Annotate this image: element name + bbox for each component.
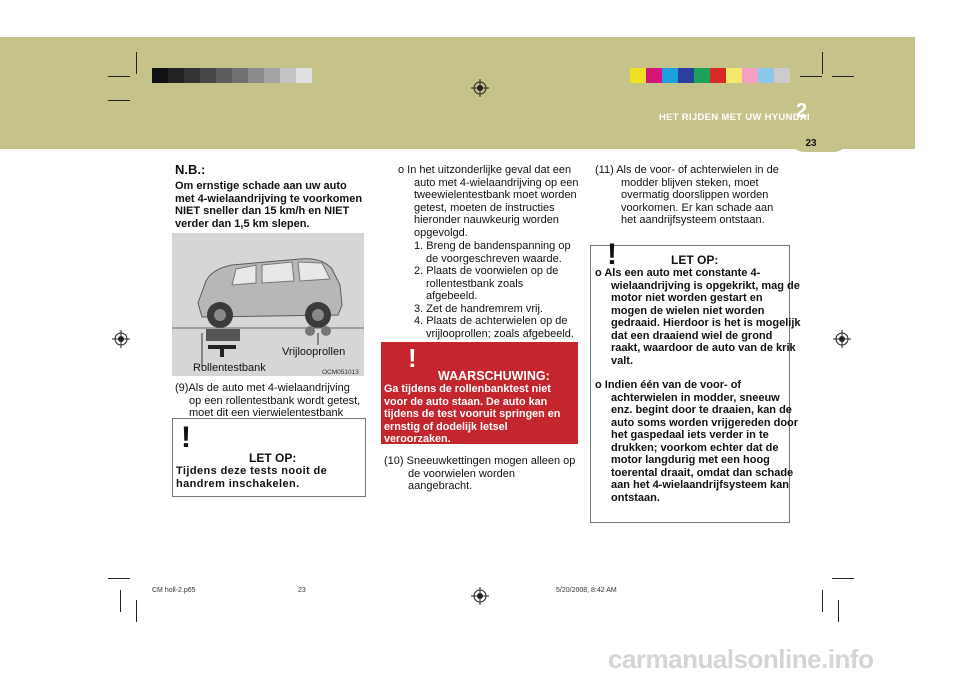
crop-mark [822,590,823,612]
caution-text: Tijdens deze tests nooit de handrem insc… [176,465,328,490]
crop-mark [120,590,121,612]
label-free-rollers: Vrijlooprollen [282,346,346,358]
footer-timestamp: 5/20/2008, 8:42 AM [556,587,617,594]
caution-box-1: ! LET OP: Tijdens deze tests nooit de ha… [172,418,366,497]
intro-paragraph: o In het uitzonderlijke geval dat een au… [398,164,579,239]
item-11: (11) Als de voor- of achterwielen in de … [595,164,779,226]
crop-mark [108,76,130,77]
color-swatch [200,68,216,83]
registration-mark-icon [471,587,489,605]
crop-mark [136,52,137,74]
color-swatch [216,68,232,83]
step-list: 1. Breng de bandenspanning op de voorges… [410,240,575,340]
color-swatch [232,68,248,83]
warning-box: ! WAARSCHUWING: Ga tijdens de rollenbank… [381,341,578,445]
caution-box-2: ! LET OP: o Als een auto met constante 4… [590,240,801,523]
color-swatch [678,68,694,83]
color-swatch [184,68,200,83]
color-swatch [646,68,662,83]
crop-mark [838,600,839,622]
crop-mark [822,52,823,74]
crop-mark [108,578,130,579]
registration-mark-icon [112,330,130,348]
footer-file: CM holl-2.p65 [152,587,196,594]
color-swatch [168,68,184,83]
exclamation-icon: ! [408,343,417,373]
color-swatch [710,68,726,83]
registration-mark-icon [471,79,489,97]
color-swatch [694,68,710,83]
exclamation-icon: ! [607,238,617,271]
item-10: (10) Sneeuwkettingen mogen alleen op de … [384,455,576,492]
caution-bullet-2: o Indien één van de voor- of achterwiele… [595,379,799,504]
warning-text: Ga tijdens de rollenbanktest niet voor d… [384,383,561,445]
color-swatch [152,68,168,83]
process-color-bar [630,68,790,83]
step-item: 1. Breng de bandenspanning op de voorges… [414,240,571,265]
color-swatch [758,68,774,83]
crop-mark [136,600,137,622]
registration-mark-icon [833,330,851,348]
crop-mark [108,100,130,101]
color-swatch [662,68,678,83]
watermark: carmanualsonline.info [608,644,874,674]
exclamation-icon: ! [181,421,191,454]
note-text: Om ernstige schade aan uw auto met 4-wie… [175,180,363,230]
color-swatch [248,68,264,83]
warning-title: WAARSCHUWING: [438,369,550,383]
color-swatch [296,68,312,83]
label-test-bench: Rollentestbank [193,362,266,374]
grayscale-color-bar [152,68,312,83]
header-band [0,37,915,149]
page-number: 23 [805,138,817,149]
color-swatch [774,68,790,83]
caution-title: LET OP: [249,451,297,465]
footer-page: 23 [298,587,306,594]
caution-title: LET OP: [671,253,719,267]
step-item: 3. Zet de handremrem vrij. [414,302,543,315]
caution-bullet-1: o Als een auto met constante 4-wielaandr… [595,267,801,367]
color-swatch [726,68,742,83]
warning-triangle-icon: ! [396,341,424,373]
color-swatch [264,68,280,83]
step-item: 2. Plaats de voorwielen op de rollentest… [414,265,559,302]
color-swatch [742,68,758,83]
crop-mark [832,578,854,579]
crop-mark [800,76,822,77]
color-swatch [630,68,646,83]
crop-mark [832,76,854,77]
section-title: HET RIJDEN MET UW HYUNDAI [658,112,810,123]
figure-code: OCM051013 [322,369,359,376]
note-heading: N.B.: [175,162,206,177]
step-item: 4. Plaats de achterwielen op de vrijloop… [414,315,574,340]
color-swatch [280,68,296,83]
